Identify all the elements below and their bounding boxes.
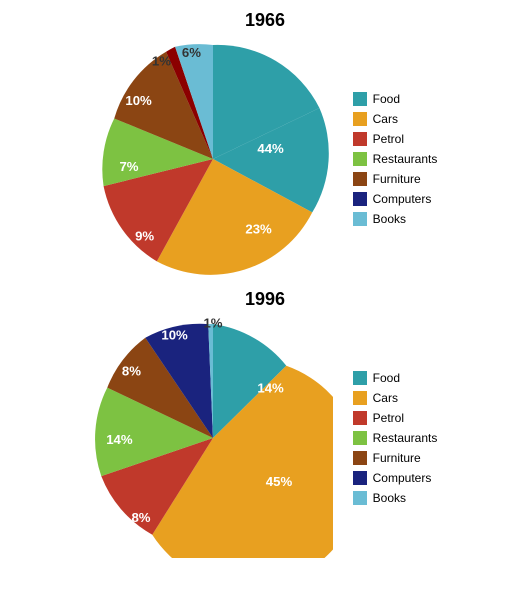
legend-item-restaurants-1996: Restaurants (353, 431, 438, 445)
legend-color-food-1996 (353, 371, 367, 385)
legend-item-books-1966: Books (353, 212, 438, 226)
legend-item-restaurants-1966: Restaurants (353, 152, 438, 166)
pie-1996: 14% 45% 8% 14% 8% 10% 1% (93, 318, 333, 558)
legend-color-computers-1996 (353, 471, 367, 485)
legend-item-computers-1996: Computers (353, 471, 438, 485)
legend-item-cars-1966: Cars (353, 112, 438, 126)
legend-item-cars-1996: Cars (353, 391, 438, 405)
legend-color-cars-1996 (353, 391, 367, 405)
legend-1996: Food Cars Petrol Restaurants Furniture (353, 371, 438, 505)
label-books-1966: 6% (182, 45, 201, 60)
legend-color-computers-1966 (353, 192, 367, 206)
legend-label-furniture-1996: Furniture (373, 451, 421, 465)
legend-color-food-1966 (353, 92, 367, 106)
pie-1966: 44% 23% 9% 7% 10% 1% 6% (93, 39, 333, 279)
label-furniture-1996: 8% (122, 364, 141, 379)
chart-row-1996: 14% 45% 8% 14% 8% 10% 1% Food Cars (0, 318, 530, 558)
label-computers-1966: 1% (152, 53, 171, 68)
chart-section-1996: 1996 (0, 289, 530, 558)
pie-svg-1996: 14% 45% 8% 14% 8% 10% 1% (93, 318, 333, 558)
legend-color-restaurants-1996 (353, 431, 367, 445)
legend-item-furniture-1996: Furniture (353, 451, 438, 465)
page-container: 1966 (0, 10, 530, 568)
legend-label-books-1996: Books (373, 491, 406, 505)
legend-color-furniture-1996 (353, 451, 367, 465)
label-food-1966: 44% (257, 141, 284, 156)
legend-label-food-1966: Food (373, 92, 400, 106)
label-computers-1996: 10% (161, 328, 188, 343)
legend-item-computers-1966: Computers (353, 192, 438, 206)
label-food-1996: 14% (257, 380, 284, 395)
legend-label-food-1996: Food (373, 371, 400, 385)
legend-color-petrol-1966 (353, 132, 367, 146)
label-restaurants-1966: 7% (119, 159, 138, 174)
chart-section-1966: 1966 (0, 10, 530, 279)
legend-label-petrol-1996: Petrol (373, 411, 404, 425)
label-petrol-1966: 9% (135, 229, 154, 244)
legend-label-furniture-1966: Furniture (373, 172, 421, 186)
legend-label-computers-1996: Computers (373, 471, 432, 485)
pie-svg-1966: 44% 23% 9% 7% 10% 1% 6% (93, 39, 333, 279)
legend-label-restaurants-1996: Restaurants (373, 431, 438, 445)
legend-item-food-1966: Food (353, 92, 438, 106)
legend-color-books-1966 (353, 212, 367, 226)
legend-label-cars-1996: Cars (373, 391, 398, 405)
label-cars-1996: 45% (265, 474, 292, 489)
legend-1966: Food Cars Petrol Restaurants Furniture (353, 92, 438, 226)
legend-item-petrol-1966: Petrol (353, 132, 438, 146)
legend-label-books-1966: Books (373, 212, 406, 226)
label-restaurants-1996: 14% (106, 432, 133, 447)
legend-color-cars-1966 (353, 112, 367, 126)
chart-title-1996: 1996 (245, 289, 285, 310)
legend-label-computers-1966: Computers (373, 192, 432, 206)
legend-item-petrol-1996: Petrol (353, 411, 438, 425)
legend-item-food-1996: Food (353, 371, 438, 385)
legend-label-cars-1966: Cars (373, 112, 398, 126)
legend-item-furniture-1966: Furniture (353, 172, 438, 186)
chart-title-1966: 1966 (245, 10, 285, 31)
legend-color-petrol-1996 (353, 411, 367, 425)
legend-color-furniture-1966 (353, 172, 367, 186)
legend-color-books-1996 (353, 491, 367, 505)
legend-item-books-1996: Books (353, 491, 438, 505)
legend-label-petrol-1966: Petrol (373, 132, 404, 146)
label-furniture-1966: 10% (125, 93, 152, 108)
legend-label-restaurants-1966: Restaurants (373, 152, 438, 166)
label-books-1996: 1% (203, 318, 222, 331)
chart-row-1966: 44% 23% 9% 7% 10% 1% 6% Food Cars (0, 39, 530, 279)
label-petrol-1996: 8% (131, 510, 150, 525)
legend-color-restaurants-1966 (353, 152, 367, 166)
label-cars-1966: 23% (245, 221, 272, 236)
